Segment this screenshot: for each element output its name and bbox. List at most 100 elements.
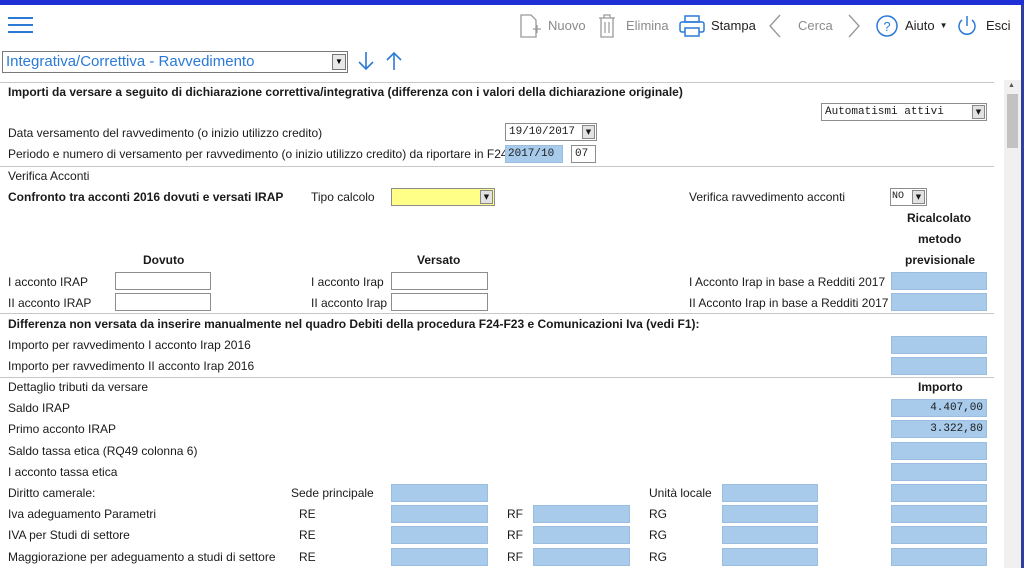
maggiorazione-rg-label: RG xyxy=(649,550,667,564)
tipo-calcolo-select[interactable]: ▼ xyxy=(391,188,495,206)
scroll-up-icon[interactable]: ▲ xyxy=(1008,82,1015,89)
chevron-down-icon[interactable]: ▼ xyxy=(972,105,985,119)
ricalcolato-label-3: previsionale xyxy=(905,253,976,267)
importo-header: Importo xyxy=(918,380,963,394)
iva-studi-re-label: RE xyxy=(299,528,316,542)
sede-principale-field[interactable] xyxy=(391,484,488,502)
chevron-right-icon[interactable] xyxy=(847,13,861,39)
unita-locale-field[interactable] xyxy=(722,484,818,502)
divider xyxy=(0,82,994,83)
verifica-rav-label: Verifica ravvedimento acconti xyxy=(689,190,846,204)
data-versamento-field[interactable]: 19/10/2017 ▼ xyxy=(505,123,597,141)
form-select-value: Integrativa/Correttiva - Ravvedimento xyxy=(6,53,255,70)
nuovo-button[interactable]: Nuovo xyxy=(518,5,586,46)
periodo-field[interactable]: 2017/10 xyxy=(505,145,563,163)
elimina-label: Elimina xyxy=(626,18,669,33)
iva-parametri-rf-field[interactable] xyxy=(533,505,630,523)
vertical-scrollbar[interactable]: ▲ xyxy=(1004,80,1021,568)
acconto2-redditi-field[interactable] xyxy=(891,293,987,311)
acconto-etica-label: I acconto tassa etica xyxy=(8,465,118,479)
chevron-down-icon[interactable]: ▼ xyxy=(582,125,595,139)
saldo-irap-field[interactable]: 4.407,00 xyxy=(891,399,987,417)
acconto1-versato-field[interactable] xyxy=(391,272,488,290)
dettaglio-title: Dettaglio tributi da versare xyxy=(8,380,149,394)
caret-down-icon: ▼ xyxy=(939,21,948,30)
section-importi-title: Importi da versare a seguito di dichiara… xyxy=(8,85,683,99)
iva-studi-label: IVA per Studi di settore xyxy=(8,528,130,542)
form-content: Importi da versare a seguito di dichiara… xyxy=(0,80,1004,568)
acconto2-redditi-label: II Acconto Irap in base a Redditi 2017 xyxy=(689,296,889,310)
maggiorazione-rg-field[interactable] xyxy=(722,548,818,566)
primo-acconto-field[interactable]: 3.322,80 xyxy=(891,420,987,438)
cerca-label[interactable]: Cerca xyxy=(798,18,833,33)
acconto-etica-field[interactable] xyxy=(891,463,987,481)
acconto2-dovuto-field[interactable] xyxy=(115,293,211,311)
verifica-rav-select[interactable]: NO ▼ xyxy=(890,188,927,206)
automatismi-select[interactable]: Automatismi attivi ▼ xyxy=(821,103,987,121)
acconto2-irap-label: II acconto IRAP xyxy=(8,296,92,310)
acconto1-irap-label: I acconto IRAP xyxy=(8,275,89,289)
diritto-importo-field[interactable] xyxy=(891,484,987,502)
svg-text:?: ? xyxy=(883,19,890,34)
iva-parametri-rg-label: RG xyxy=(649,507,667,521)
stampa-button[interactable]: Stampa xyxy=(678,5,756,46)
dovuto-header: Dovuto xyxy=(143,253,185,267)
stampa-label: Stampa xyxy=(711,18,756,33)
iva-parametri-re-field[interactable] xyxy=(391,505,488,523)
acconto1-redditi-field[interactable] xyxy=(891,272,987,290)
chevron-down-icon[interactable]: ▼ xyxy=(480,190,493,204)
menu-icon[interactable] xyxy=(8,17,33,35)
esci-label: Esci xyxy=(986,18,1011,33)
form-select[interactable]: Integrativa/Correttiva - Ravvedimento ▼ xyxy=(2,51,348,73)
scrollbar-thumb[interactable] xyxy=(1007,94,1018,148)
rav2-field[interactable] xyxy=(891,357,987,375)
saldo-irap-label: Saldo IRAP xyxy=(8,401,71,415)
periodo-label: Periodo e numero di versamento per ravve… xyxy=(8,147,508,161)
differenza-title: Differenza non versata da inserire manua… xyxy=(8,317,700,331)
saldo-etica-field[interactable] xyxy=(891,442,987,460)
numero-field[interactable]: 07 xyxy=(571,145,596,163)
acconto1-versato-label: I acconto Irap xyxy=(311,275,384,289)
maggiorazione-importo-field[interactable] xyxy=(891,548,987,566)
verifica-acconti-title: Verifica Acconti xyxy=(8,169,90,183)
data-versamento-label: Data versamento del ravvedimento (o iniz… xyxy=(8,126,323,140)
iva-studi-rf-label: RF xyxy=(507,528,523,542)
arrow-up-icon[interactable] xyxy=(384,50,404,72)
iva-parametri-importo-field[interactable] xyxy=(891,505,987,523)
iva-parametri-label: Iva adeguamento Parametri xyxy=(8,507,157,521)
arrow-down-icon[interactable] xyxy=(356,50,376,72)
primo-acconto-label: Primo acconto IRAP xyxy=(8,422,117,436)
aiuto-label: Aiuto xyxy=(905,18,935,33)
confronto-label: Confronto tra acconti 2016 dovuti e vers… xyxy=(8,190,284,204)
diritto-camerale-label: Diritto camerale: xyxy=(8,486,96,500)
cerca-group: Cerca xyxy=(768,5,861,46)
iva-studi-rf-field[interactable] xyxy=(533,526,630,544)
sede-principale-label: Sede principale xyxy=(291,486,374,500)
maggiorazione-label: Maggiorazione per adeguamento a studi di… xyxy=(8,550,276,564)
aiuto-button[interactable]: ? Aiuto ▼ xyxy=(875,5,948,46)
chevron-left-icon[interactable] xyxy=(768,13,782,39)
acconto2-versato-field[interactable] xyxy=(391,293,488,311)
esci-button[interactable]: Esci xyxy=(955,5,1011,46)
trash-icon xyxy=(599,13,615,38)
verifica-rav-value: NO xyxy=(892,191,905,202)
chevron-down-icon[interactable]: ▼ xyxy=(332,54,346,70)
tipo-calcolo-label: Tipo calcolo xyxy=(311,190,375,204)
acconto1-dovuto-field[interactable] xyxy=(115,272,211,290)
toolbar: Nuovo Elimina Stampa Cerca ? Aiuto ▼ Esc… xyxy=(0,5,1024,46)
elimina-button[interactable]: Elimina xyxy=(597,5,669,46)
form-selector-bar: Integrativa/Correttiva - Ravvedimento ▼ xyxy=(0,46,1024,80)
iva-studi-re-field[interactable] xyxy=(391,526,488,544)
maggiorazione-re-field[interactable] xyxy=(391,548,488,566)
automatismi-value: Automatismi attivi xyxy=(825,106,944,118)
maggiorazione-re-label: RE xyxy=(299,550,316,564)
divider xyxy=(0,166,994,167)
maggiorazione-rf-field[interactable] xyxy=(533,548,630,566)
acconto2-versato-label: II acconto Irap xyxy=(311,296,388,310)
rav1-field[interactable] xyxy=(891,336,987,354)
iva-studi-rg-field[interactable] xyxy=(722,526,818,544)
chevron-down-icon[interactable]: ▼ xyxy=(912,190,925,204)
ricalcolato-label-1: Ricalcolato xyxy=(907,211,972,225)
iva-studi-importo-field[interactable] xyxy=(891,526,987,544)
iva-parametri-rg-field[interactable] xyxy=(722,505,818,523)
